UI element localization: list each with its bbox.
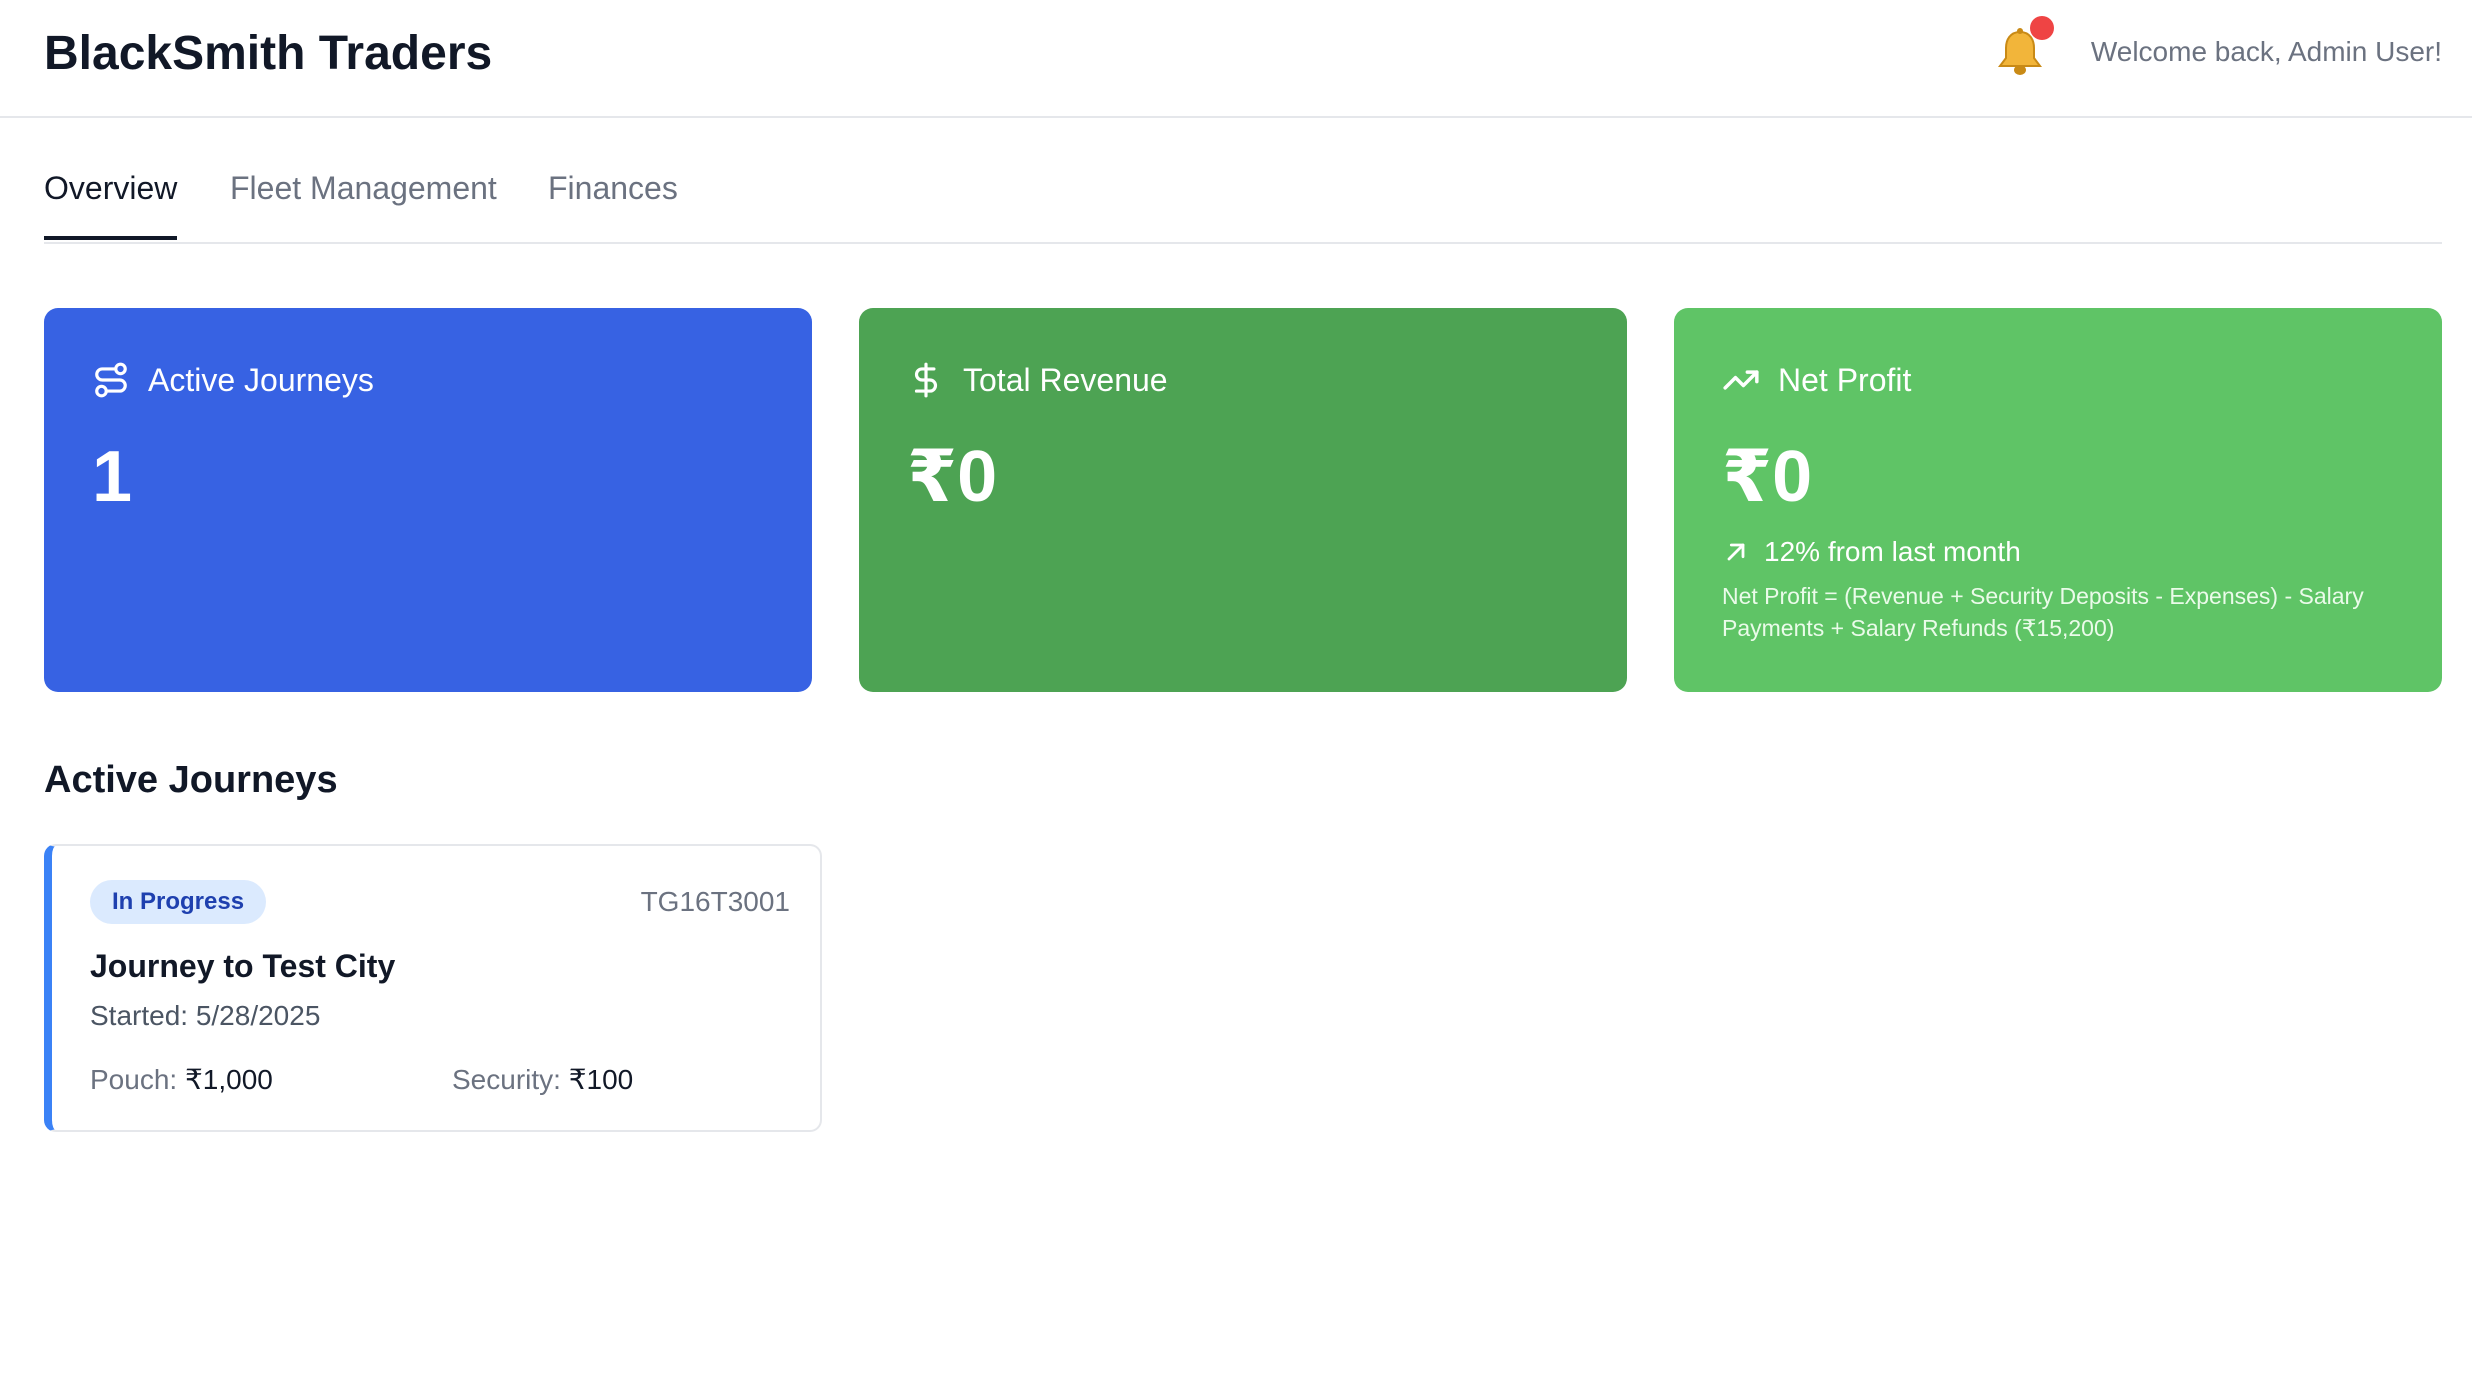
pouch-amount: Pouch: ₹1,000 (90, 1062, 273, 1098)
vehicle-number: TG16T3001 (640, 886, 790, 917)
security-amount: Security: ₹100 (452, 1062, 633, 1098)
notification-button[interactable] (1994, 16, 2054, 82)
tab-bar: Overview Fleet Management Finances (44, 150, 2442, 244)
welcome-message: Welcome back, Admin User! (2090, 36, 2442, 67)
section-title: Active Journeys (44, 759, 338, 801)
card-title: Total Revenue (963, 362, 1168, 398)
dollar-icon (914, 362, 937, 398)
app-title: BlackSmith Traders (44, 27, 493, 80)
profit-trend: 12% from last month (1722, 534, 2021, 570)
net-profit-value: ₹0 (1722, 437, 1813, 517)
net-profit-card: Net Profit ₹0 12% from last month Net Pr… (1674, 308, 2442, 692)
card-title: Active Journeys (148, 362, 374, 398)
route-icon (95, 362, 127, 398)
active-journeys-card: Active Journeys 1 (44, 308, 812, 692)
notification-badge (2030, 16, 2054, 40)
security-value: ₹100 (568, 1064, 634, 1095)
tab-fleet-management[interactable]: Fleet Management (230, 168, 497, 236)
total-revenue-value: ₹0 (907, 437, 998, 517)
arrow-up-right-icon (1727, 543, 1745, 561)
pouch-label: Pouch: (90, 1064, 178, 1095)
journey-card[interactable]: In Progress TG16T3001 Journey to Test Ci… (44, 844, 822, 1132)
profit-formula: Net Profit = (Revenue + Security Deposit… (1722, 583, 2364, 641)
app-header: BlackSmith Traders Welcome back, Admin U… (0, 0, 2472, 118)
tab-finances[interactable]: Finances (548, 168, 678, 236)
trend-text: 12% from last month (1764, 536, 2021, 567)
card-title: Net Profit (1778, 362, 1912, 398)
trending-up-icon (1723, 370, 1759, 390)
active-journeys-value: 1 (92, 437, 133, 517)
journey-start-date: Started: 5/28/2025 (90, 1000, 321, 1031)
status-badge: In Progress (90, 880, 267, 924)
total-revenue-card: Total Revenue ₹0 (859, 308, 1627, 692)
security-label: Security: (452, 1064, 561, 1095)
pouch-value: ₹1,000 (184, 1064, 273, 1095)
journey-title: Journey to Test City (90, 948, 396, 984)
tab-overview[interactable]: Overview (44, 168, 178, 240)
